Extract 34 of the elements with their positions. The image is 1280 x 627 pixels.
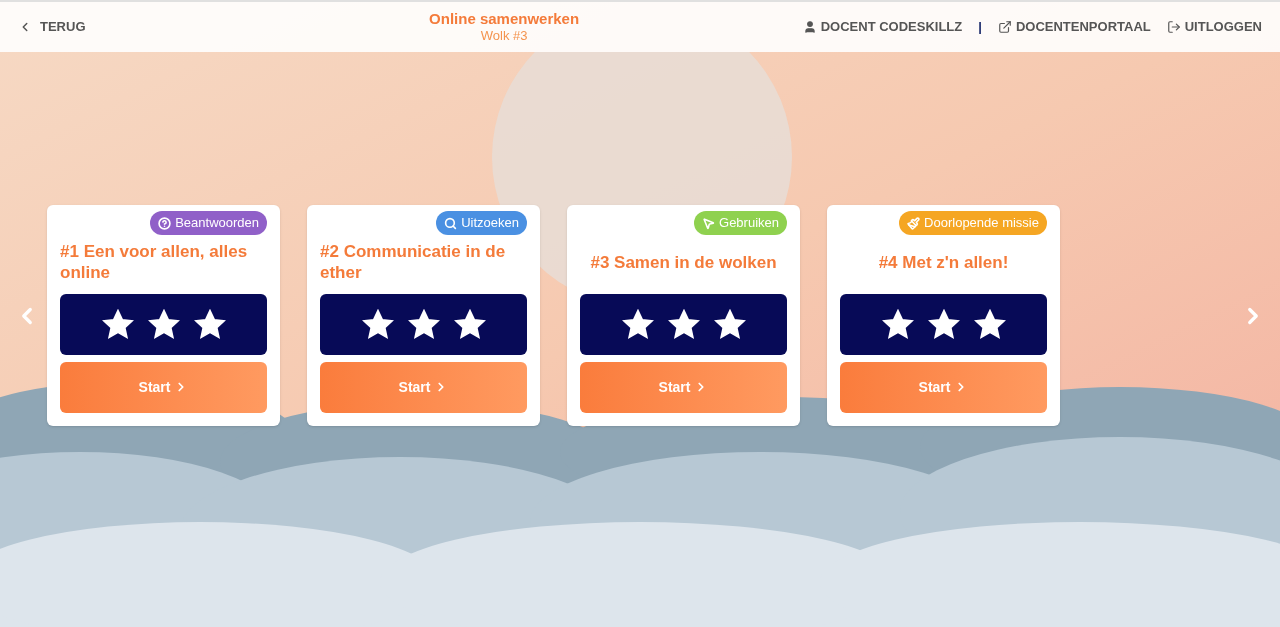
category-badge: Uitzoeken: [436, 211, 527, 235]
page-title: Online samenwerken: [429, 9, 580, 29]
star-icon: [101, 308, 134, 340]
star-icon: [361, 308, 394, 340]
page-subtitle: Wolk #3: [480, 28, 528, 45]
brush-icon: [907, 216, 921, 230]
user-link[interactable]: DOCENT CODESKILLZ: [802, 17, 963, 37]
star-icon: [193, 308, 226, 340]
star-icon: [667, 308, 700, 340]
star-icon: [621, 308, 654, 340]
separator: |: [978, 18, 982, 37]
user-icon: [802, 20, 817, 34]
logout-link[interactable]: UITLOGGEN: [1166, 17, 1262, 37]
portal-link[interactable]: DOCENTENPORTAAL: [997, 17, 1151, 37]
star-icon: [881, 308, 914, 340]
category-badge: Doorlopende missie: [899, 211, 1047, 235]
mission-title: #4 Met z'n allen!: [878, 251, 1009, 273]
mission-title: #2 Communicatie in de ether: [320, 241, 507, 284]
category-badge: Gebruiken: [694, 211, 787, 235]
pointer-icon: [702, 216, 715, 230]
star-icon: [407, 308, 440, 340]
star-icon: [927, 308, 960, 340]
star-icon: [453, 308, 486, 340]
external-link-icon: [997, 20, 1012, 34]
category-badge: Beantwoorden: [150, 211, 267, 235]
back-link[interactable]: TERUG: [18, 17, 86, 37]
star-icon: [147, 308, 180, 340]
search-icon: [444, 216, 458, 230]
star-icon: [713, 308, 746, 340]
star-icon: [973, 308, 1006, 340]
logout-icon: [1166, 20, 1181, 34]
mission-title: #3 Samen in de wolken: [590, 251, 777, 273]
mission-title: #1 Een voor allen, alles online: [60, 241, 249, 284]
question-icon: [158, 216, 172, 230]
